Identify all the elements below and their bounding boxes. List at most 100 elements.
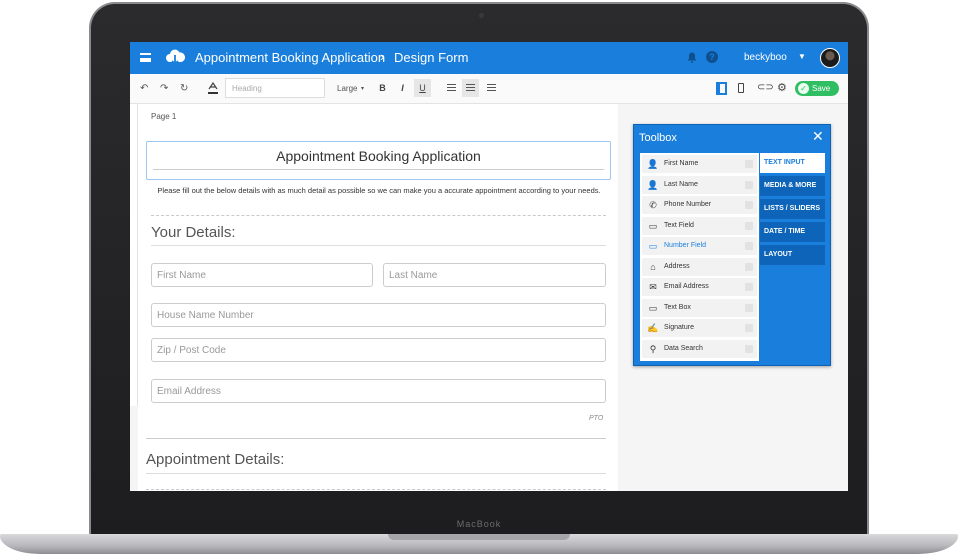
font-size-select[interactable]: Large: [337, 82, 357, 96]
tool-item-label: Last Name: [664, 181, 698, 188]
heading-divider: [153, 169, 604, 170]
camera-dot: [479, 13, 484, 18]
laptop-base-notch: [388, 534, 570, 540]
username[interactable]: beckyboo: [744, 52, 787, 63]
tool-item-phone-number[interactable]: ✆ Phone Number: [642, 196, 757, 214]
heading-text-input[interactable]: [225, 78, 325, 98]
avatar[interactable]: [820, 48, 840, 68]
tool-item-first-name[interactable]: 👤 First Name: [642, 155, 757, 173]
toolbox-title: Toolbox: [639, 132, 677, 144]
gear-icon[interactable]: ⚙: [777, 81, 787, 94]
tab-layout[interactable]: LAYOUT: [760, 245, 825, 265]
align-right-icon[interactable]: [487, 84, 496, 92]
page-gutter: [130, 104, 138, 406]
tool-item-email-address[interactable]: ✉ Email Address: [642, 278, 757, 296]
save-button[interactable]: ✓ Save: [795, 81, 839, 96]
align-center-button[interactable]: [462, 79, 479, 97]
design-canvas: Page 1 Appointment Booking Application P…: [130, 104, 848, 491]
chevron-down-icon[interactable]: ▼: [798, 52, 806, 61]
cloud-logo-icon: [166, 49, 186, 66]
tab-text-input[interactable]: TEXT INPUT: [760, 153, 825, 173]
tool-item-signature[interactable]: ✍ Signature: [642, 319, 757, 337]
chevron-down-icon[interactable]: ▾: [361, 82, 364, 96]
tool-item-label: Text Box: [664, 304, 691, 311]
mail-icon: ✉: [649, 282, 657, 292]
app-title[interactable]: Appointment Booking Application: [195, 50, 385, 65]
tool-item-label: Signature: [664, 324, 694, 331]
toolbox-panel: Toolbox ✕ 👤 First Name 👤 Last Name ✆ Pho…: [633, 124, 831, 366]
person-icon: 👤: [647, 180, 659, 190]
first-name-field[interactable]: [151, 263, 373, 287]
hamburger-menu-icon[interactable]: [140, 53, 151, 62]
drag-handle-icon[interactable]: [745, 324, 753, 332]
tool-item-label: Email Address: [664, 283, 709, 290]
tool-item-text-field[interactable]: ▭ Text Field: [642, 217, 757, 235]
bold-button[interactable]: B: [374, 79, 391, 97]
editor-toolbar: ↶ ↷ ↻ Large ▾ B I U ⊂⊃ ⚙ ✓ Save: [130, 74, 848, 104]
save-label: Save: [812, 84, 831, 93]
tool-item-text-box[interactable]: ▭ Text Box: [642, 299, 757, 317]
drag-handle-icon[interactable]: [745, 304, 753, 312]
help-icon[interactable]: ?: [706, 51, 718, 63]
laptop-frame: Appointment Booking Application › Design…: [89, 2, 869, 535]
page-break-divider: [146, 438, 606, 439]
tool-item-address[interactable]: ⌂ Address: [642, 258, 757, 276]
tool-item-number-field[interactable]: ▭ Number Field: [642, 237, 757, 255]
drag-handle-icon[interactable]: [745, 201, 753, 209]
redo-icon[interactable]: ↷: [160, 82, 168, 96]
numberfield-icon: ▭: [648, 241, 658, 251]
desktop-view-icon[interactable]: [716, 82, 727, 95]
tab-date-time[interactable]: DATE / TIME: [760, 222, 825, 242]
signature-icon: ✍: [647, 323, 659, 333]
house-name-number-field[interactable]: [151, 303, 606, 327]
mobile-view-icon[interactable]: [738, 83, 744, 93]
undo-icon[interactable]: ↶: [140, 82, 148, 96]
app-screen: Appointment Booking Application › Design…: [130, 42, 848, 491]
tool-item-data-search[interactable]: ⚲ Data Search: [642, 340, 757, 358]
breadcrumb-separator: ›: [380, 49, 385, 64]
section-divider: [151, 245, 606, 246]
drag-handle-icon[interactable]: [745, 283, 753, 291]
drag-handle-icon[interactable]: [745, 222, 753, 230]
form-heading-block[interactable]: Appointment Booking Application: [146, 141, 611, 180]
text-color-icon[interactable]: [207, 82, 219, 95]
bell-icon[interactable]: [687, 52, 697, 63]
home-icon: ⌂: [650, 262, 656, 272]
search-icon: ⚲: [649, 344, 657, 354]
email-address-field[interactable]: [151, 379, 606, 403]
toolbox-item-list: 👤 First Name 👤 Last Name ✆ Phone Number: [640, 153, 759, 361]
zip-post-code-field[interactable]: [151, 338, 606, 362]
drag-handle-icon[interactable]: [745, 242, 753, 250]
form-intro-text: Please fill out the below details with a…: [157, 186, 601, 195]
phone-icon: ✆: [649, 200, 657, 210]
drag-handle-icon[interactable]: [745, 181, 753, 189]
tool-item-label: First Name: [664, 160, 699, 167]
tool-item-last-name[interactable]: 👤 Last Name: [642, 176, 757, 194]
device-label: MacBook: [456, 519, 502, 529]
italic-button[interactable]: I: [394, 79, 411, 97]
section-title-your-details: Your Details:: [151, 224, 236, 241]
textfield-icon: ▭: [648, 221, 658, 231]
refresh-icon[interactable]: ↻: [180, 82, 188, 96]
breadcrumb-page: Design Form: [394, 50, 469, 65]
align-left-icon[interactable]: [447, 84, 456, 92]
check-icon: ✓: [798, 83, 809, 94]
align-center-icon: [466, 84, 475, 92]
last-name-field[interactable]: [383, 263, 606, 287]
section-divider: [146, 473, 606, 474]
tab-media-and-more[interactable]: MEDIA & MORE: [760, 176, 825, 196]
tool-item-label: Phone Number: [664, 201, 712, 208]
tool-item-label: Number Field: [664, 242, 707, 249]
drag-handle-icon[interactable]: [745, 263, 753, 271]
drag-handle-icon[interactable]: [745, 160, 753, 168]
close-icon[interactable]: ✕: [812, 128, 824, 145]
underline-button[interactable]: U: [414, 79, 431, 97]
app-header: Appointment Booking Application › Design…: [130, 42, 848, 74]
pto-label: PTO: [589, 415, 604, 422]
drag-handle-icon[interactable]: [745, 345, 753, 353]
link-icon[interactable]: ⊂⊃: [757, 82, 774, 93]
tab-lists-sliders[interactable]: LISTS / SLIDERS: [760, 199, 825, 219]
page-label: Page 1: [151, 112, 177, 121]
form-page: Page 1 Appointment Booking Application P…: [138, 104, 618, 491]
section-title-appointment-details: Appointment Details:: [146, 451, 285, 468]
